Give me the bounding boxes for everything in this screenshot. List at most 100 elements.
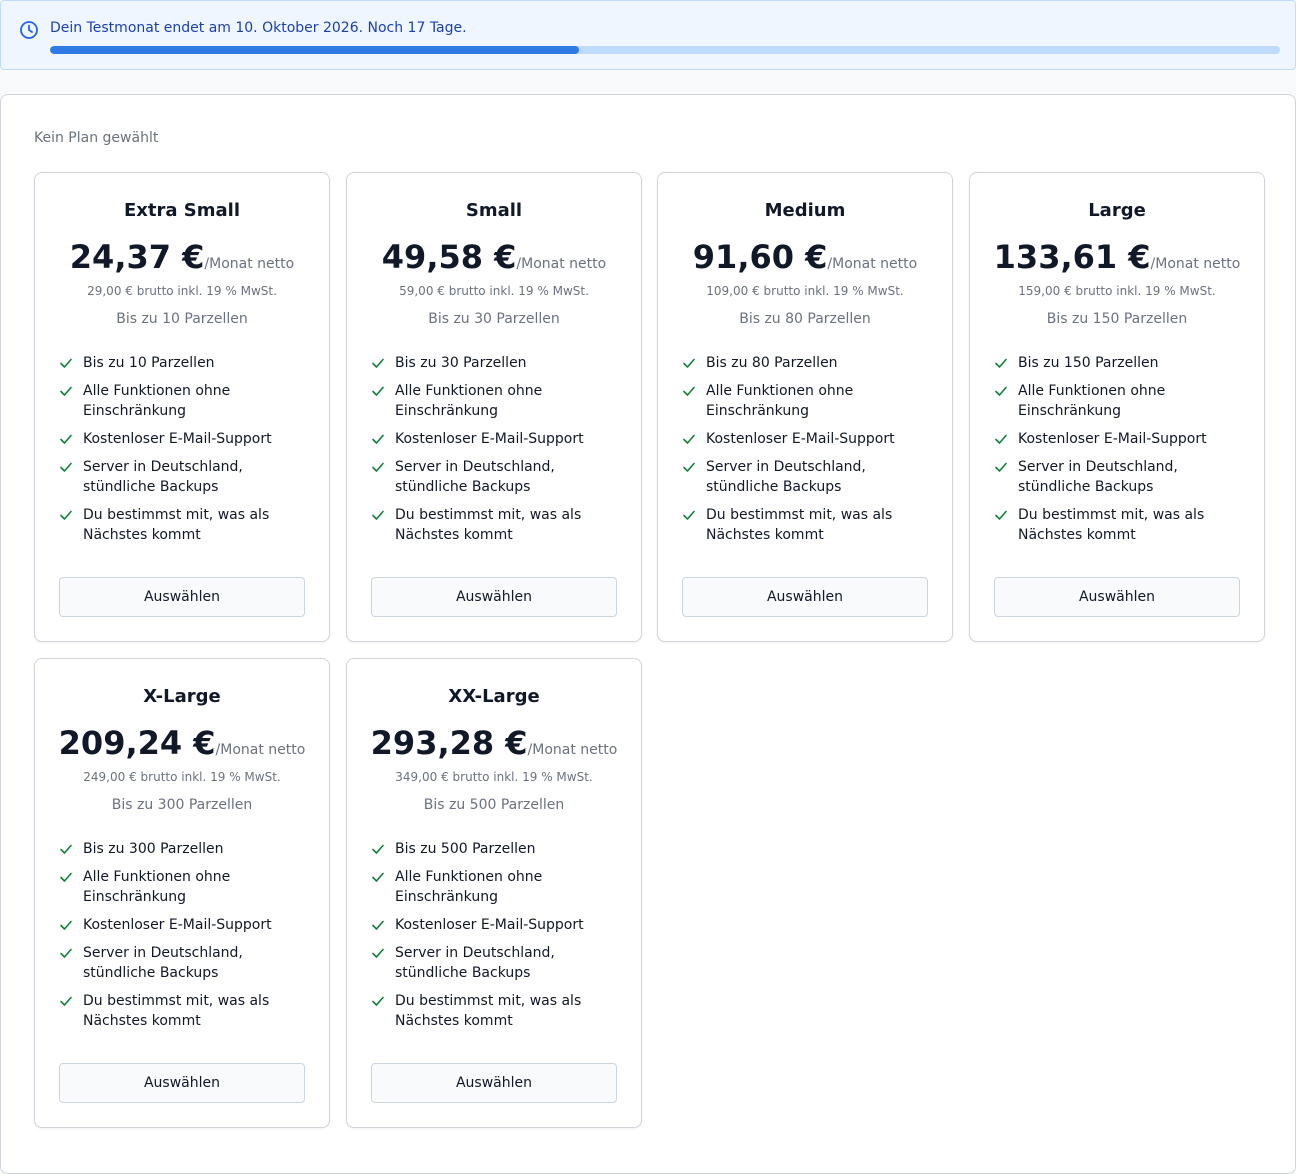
plan-card: Small 49,58 €/Monat netto 59,00 € brutto i… [346,172,642,642]
select-plan-button[interactable]: Auswählen [682,577,928,617]
gross-price: 59,00 € brutto inkl. 19 % MwSt. [399,284,589,298]
check-icon [372,434,384,444]
clock-icon [20,21,38,39]
gross-price: 29,00 € brutto inkl. 19 % MwSt. [87,284,277,298]
price-line: 293,28 €/Monat netto [347,723,641,770]
plan-limit: Bis zu 500 Parzellen [423,797,565,813]
plan-limit: Bis zu 10 Parzellen [116,311,248,327]
feature-item: Bis zu 150 Parzellen [994,353,1238,373]
plan-limit: Bis zu 80 Parzellen [739,311,871,327]
check-icon [372,510,384,520]
trial-banner: Dein Testmonat endet am 10. Oktober 2026… [0,0,1296,70]
check-icon [60,844,72,854]
feature-text: Server in Deutschland, stündliche Backup… [706,459,866,495]
feature-text: Kostenloser E-Mail-Support [83,917,272,933]
select-plan-button[interactable]: Auswählen [59,577,305,617]
feature-item: Alle Funktionen ohne Einschränkung [371,381,615,421]
feature-list: Bis zu 10 Parzellen Alle Funktionen ohne … [59,353,303,553]
feature-item: Server in Deutschland, stündliche Backup… [682,457,926,497]
feature-text: Alle Funktionen ohne Einschränkung [83,869,231,905]
feature-item: Server in Deutschland, stündliche Backup… [59,943,303,983]
check-icon [60,920,72,930]
feature-text: Alle Funktionen ohne Einschränkung [706,383,854,419]
check-icon [60,358,72,368]
check-icon [683,358,695,368]
gross-price: 109,00 € brutto inkl. 19 % MwSt. [706,284,904,298]
feature-item: Du bestimmst mit, was als Nächstes kommt [994,505,1238,545]
check-icon [995,386,1007,396]
feature-text: Bis zu 300 Parzellen [83,841,224,857]
feature-text: Du bestimmst mit, was als Nächstes kommt [1018,507,1205,543]
select-plan-button[interactable]: Auswählen [371,1063,617,1103]
feature-item: Kostenloser E-Mail-Support [994,429,1238,449]
feature-text: Server in Deutschland, stündliche Backup… [83,459,243,495]
check-icon [60,462,72,472]
feature-text: Du bestimmst mit, was als Nächstes kommt [83,507,270,543]
feature-text: Kostenloser E-Mail-Support [706,431,895,447]
plan-name: XX-Large [448,686,540,707]
check-icon [372,920,384,930]
plan-price: 209,24 € [58,724,216,762]
plan-name: X-Large [143,686,221,707]
plan-name: Extra Small [123,200,240,221]
plan-limit: Bis zu 30 Parzellen [428,311,560,327]
feature-list: Bis zu 30 Parzellen Alle Funktionen ohne … [371,353,615,553]
price-period: /Monat netto [827,256,918,272]
feature-list: Bis zu 300 Parzellen Alle Funktionen ohne… [59,839,303,1039]
feature-text: Bis zu 500 Parzellen [395,841,536,857]
plan-price: 49,58 € [381,238,517,276]
price-line: 91,60 €/Monat netto [658,237,952,284]
feature-item: Bis zu 10 Parzellen [59,353,303,373]
check-icon [683,434,695,444]
price-line: 24,37 €/Monat netto [35,237,329,284]
plan-card: Medium 91,60 €/Monat netto 109,00 € brutto… [657,172,953,642]
check-icon [372,996,384,1006]
plan-name: Small [465,200,523,221]
plan-card: X-Large 209,24 €/Monat netto 249,00 € brut… [34,658,330,1128]
feature-text: Bis zu 30 Parzellen [395,355,527,371]
feature-item: Alle Funktionen ohne Einschränkung [682,381,926,421]
gross-price: 159,00 € brutto inkl. 19 % MwSt. [1018,284,1216,298]
feature-text: Server in Deutschland, stündliche Backup… [395,459,555,495]
trial-text: Dein Testmonat endet am 10. Oktober 2026… [50,20,467,36]
check-icon [60,996,72,1006]
plan-price: 24,37 € [69,238,205,276]
select-plan-button[interactable]: Auswählen [371,577,617,617]
select-plan-button[interactable]: Auswählen [59,1063,305,1103]
price-period: /Monat netto [204,256,295,272]
plan-limit: Bis zu 150 Parzellen [1046,311,1188,327]
plan-selection-panel: Kein Plan gewählt Extra Small 24,37 €/Mon… [0,94,1296,1174]
feature-item: Alle Funktionen ohne Einschränkung [59,381,303,421]
plan-price: 293,28 € [370,724,528,762]
price-line: 133,61 €/Monat netto [970,237,1264,284]
feature-item: Bis zu 500 Parzellen [371,839,615,859]
check-icon [60,948,72,958]
feature-list: Bis zu 80 Parzellen Alle Funktionen ohne … [682,353,926,553]
feature-item: Kostenloser E-Mail-Support [371,429,615,449]
check-icon [995,358,1007,368]
feature-text: Alle Funktionen ohne Einschränkung [395,383,543,419]
check-icon [995,510,1007,520]
check-icon [372,844,384,854]
check-icon [683,510,695,520]
check-icon [60,510,72,520]
feature-text: Alle Funktionen ohne Einschränkung [395,869,543,905]
gross-price: 249,00 € brutto inkl. 19 % MwSt. [83,770,281,784]
check-icon [683,386,695,396]
plan-price: 133,61 € [993,238,1151,276]
select-plan-button[interactable]: Auswählen [994,577,1240,617]
price-line: 209,24 €/Monat netto [35,723,329,770]
feature-text: Bis zu 150 Parzellen [1018,355,1159,371]
feature-item: Server in Deutschland, stündliche Backup… [371,943,615,983]
feature-item: Du bestimmst mit, was als Nächstes kommt [371,505,615,545]
feature-text: Alle Funktionen ohne Einschränkung [83,383,231,419]
feature-item: Du bestimmst mit, was als Nächstes kommt [59,991,303,1031]
feature-item: Kostenloser E-Mail-Support [371,915,615,935]
feature-text: Du bestimmst mit, was als Nächstes kommt [83,993,270,1029]
feature-text: Server in Deutschland, stündliche Backup… [1018,459,1178,495]
feature-text: Du bestimmst mit, was als Nächstes kommt [395,993,582,1029]
feature-item: Server in Deutschland, stündliche Backup… [59,457,303,497]
feature-text: Kostenloser E-Mail-Support [83,431,272,447]
feature-item: Du bestimmst mit, was als Nächstes kommt [59,505,303,545]
check-icon [372,462,384,472]
